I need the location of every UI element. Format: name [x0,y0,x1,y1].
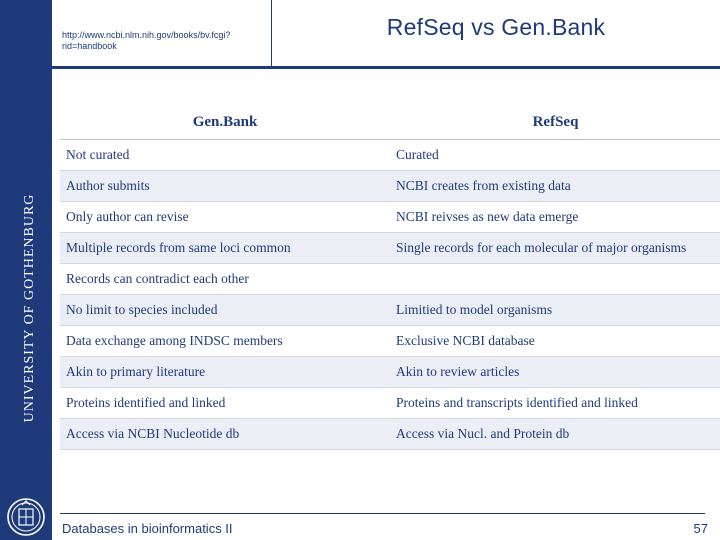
footer-rule [60,513,705,514]
cell-refseq: NCBI creates from existing data [390,170,720,202]
header-divider [271,0,272,66]
cell-genbank: Records can contradict each other [60,263,390,295]
cell-refseq [390,263,720,295]
cell-genbank: Data exchange among INDSC members [60,325,390,357]
cell-refseq: Akin to review articles [390,356,720,388]
table-row: Akin to primary literature Akin to revie… [60,356,720,388]
comparison-table-wrap: Gen.Bank RefSeq Not curated Curated Auth… [60,112,720,450]
table-row: Data exchange among INDSC members Exclus… [60,325,720,357]
cell-refseq: Limitied to model organisms [390,294,720,326]
source-url-link[interactable]: http://www.ncbi.nlm.nih.gov/books/bv.fcg… [62,30,267,52]
cell-refseq: Curated [390,139,720,171]
cell-refseq: Single records for each molecular of maj… [390,232,720,264]
cell-genbank: No limit to species included [60,294,390,326]
cell-genbank: Proteins identified and linked [60,387,390,419]
footer-course-title: Databases in bioinformatics II [62,521,233,536]
cell-refseq: Exclusive NCBI database [390,325,720,357]
table-row: Access via NCBI Nucleotide db Access via… [60,418,720,450]
table-body: Not curated Curated Author submits NCBI … [60,139,720,450]
institution-name: UNIVERSITY OF GOTHENBURG [22,193,37,423]
table-row: Multiple records from same loci common S… [60,232,720,264]
left-sidebar: UNIVERSITY OF GOTHENBURG [0,0,52,540]
cell-refseq: Proteins and transcripts identified and … [390,387,720,419]
university-seal-logo [7,498,45,536]
cell-genbank: Akin to primary literature [60,356,390,388]
page-title: RefSeq vs Gen.Bank [386,14,606,40]
column-header-refseq: RefSeq [390,112,720,140]
table-row: Records can contradict each other [60,263,720,295]
table-row: Not curated Curated [60,139,720,171]
cell-genbank: Only author can revise [60,201,390,233]
cell-refseq: Access via Nucl. and Protein db [390,418,720,450]
comparison-table: Gen.Bank RefSeq Not curated Curated Auth… [60,112,720,450]
header-rule [0,66,720,69]
cell-genbank: Access via NCBI Nucleotide db [60,418,390,450]
cell-refseq: NCBI reivses as new data emerge [390,201,720,233]
table-header-row: Gen.Bank RefSeq [60,112,720,140]
table-row: Author submits NCBI creates from existin… [60,170,720,202]
table-row: Only author can revise NCBI reivses as n… [60,201,720,233]
slide-header: http://www.ncbi.nlm.nih.gov/books/bv.fcg… [0,0,720,66]
table-row: Proteins identified and linked Proteins … [60,387,720,419]
column-header-genbank: Gen.Bank [60,112,390,140]
cell-genbank: Multiple records from same loci common [60,232,390,264]
cell-genbank: Author submits [60,170,390,202]
table-row: No limit to species included Limitied to… [60,294,720,326]
cell-genbank: Not curated [60,139,390,171]
footer-page-number: 57 [693,521,708,536]
